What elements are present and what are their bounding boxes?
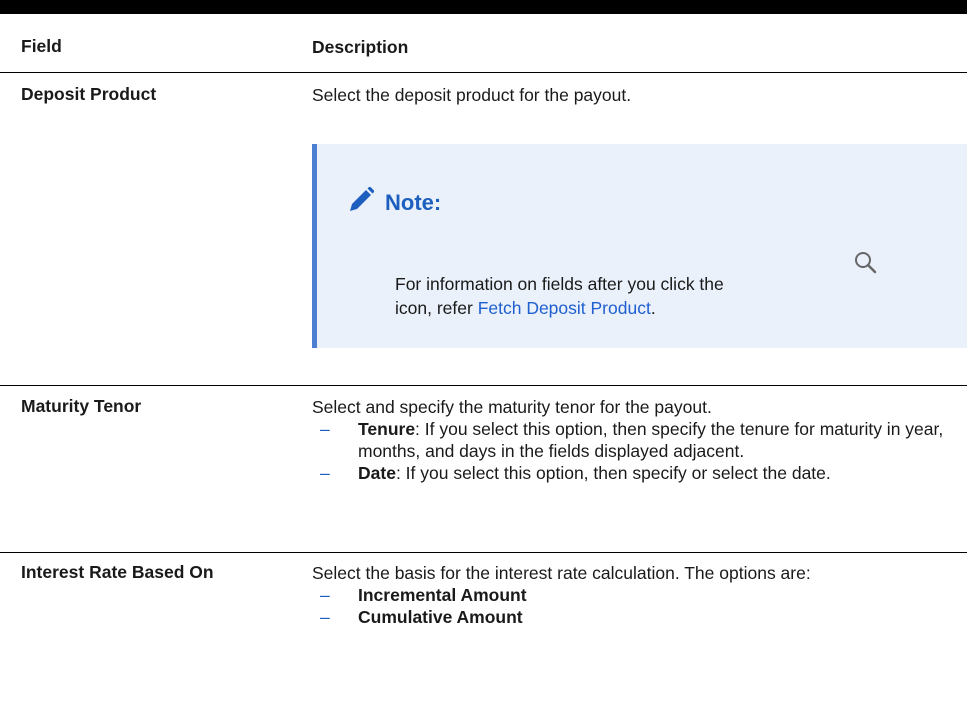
note-title-text: Note: (385, 190, 442, 215)
option-text: : If you select this option, then specif… (395, 463, 831, 483)
note-trailing: . (650, 298, 656, 318)
list-item: Date: If you select this option, then sp… (312, 462, 962, 484)
header-divider (0, 72, 967, 73)
list-item: Cumulative Amount (312, 606, 962, 628)
option-term: Cumulative Amount (358, 607, 523, 627)
field-description: Select the deposit product for the payou… (312, 85, 632, 105)
list-item: Incremental Amount (312, 584, 962, 606)
option-list: Incremental Amount Cumulative Amount (312, 584, 962, 628)
fetch-deposit-product-link[interactable]: Fetch Deposit Product (478, 298, 651, 318)
field-description: Select and specify the maturity tenor fo… (312, 397, 712, 417)
field-name: Deposit Product (21, 84, 157, 104)
header-description: Description (312, 37, 409, 57)
option-term: Date (358, 463, 396, 483)
note-box: Note: For information on fields after yo… (312, 144, 967, 348)
search-icon (853, 250, 879, 276)
top-rule (0, 0, 967, 14)
option-term: Incremental Amount (358, 585, 527, 605)
field-name: Interest Rate Based On (21, 562, 214, 582)
field-description-block: Select the basis for the interest rate c… (312, 562, 962, 628)
header-field: Field (21, 36, 62, 56)
note-text-icon-line: icon, refer (395, 298, 473, 318)
note-title: Note: (347, 186, 441, 220)
field-description: Select the basis for the interest rate c… (312, 563, 811, 583)
row-divider (0, 552, 967, 553)
option-term: Tenure (358, 419, 416, 439)
field-name: Maturity Tenor (21, 396, 142, 416)
list-item: Tenure: If you select this option, then … (312, 418, 962, 462)
note-body: For information on fields after you clic… (395, 252, 955, 320)
field-description-block: Select and specify the maturity tenor fo… (312, 396, 962, 484)
option-list: Tenure: If you select this option, then … (312, 418, 962, 484)
row-divider (0, 385, 967, 386)
note-text: For information on fields after you clic… (395, 274, 724, 294)
pencil-icon (347, 186, 375, 220)
option-text: : If you select this option, then specif… (358, 419, 944, 461)
